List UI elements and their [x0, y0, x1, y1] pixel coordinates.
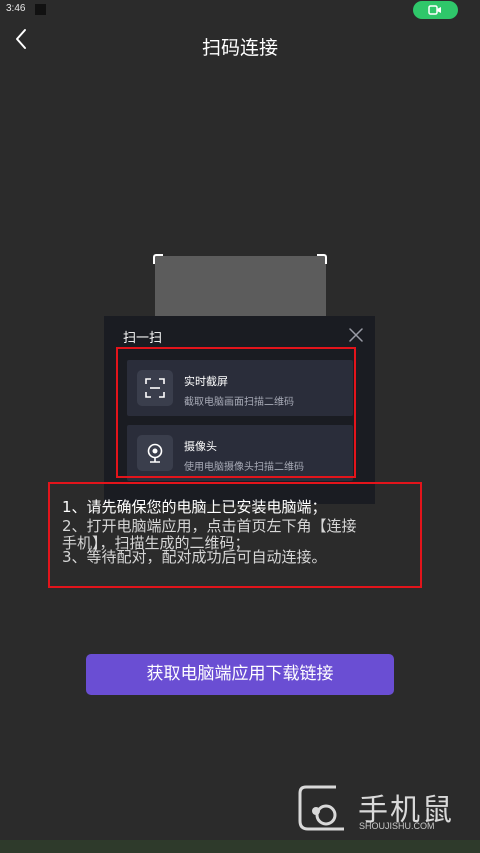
mouse-logo-icon: [298, 785, 344, 831]
scan-corner-top-right: [317, 254, 327, 264]
download-link-button[interactable]: 获取电脑端应用下载链接: [86, 654, 394, 695]
highlight-box-options: [116, 347, 356, 478]
watermark-site: SHOUJISHU.COM: [359, 821, 435, 831]
camera-indicator[interactable]: [413, 1, 458, 19]
bottom-strip: [0, 840, 480, 853]
close-button[interactable]: [349, 327, 363, 342]
instruction-line: 2、打开电脑端应用，点击首页左下角【连接: [62, 517, 357, 535]
qr-preview: [155, 256, 326, 320]
scan-corner-top-left: [153, 254, 163, 264]
status-bar: 3:46: [0, 0, 480, 20]
instruction-line: 3、等待配对，配对成功后可自动连接。: [62, 548, 327, 566]
close-icon: [349, 328, 363, 342]
page-title: 扫码连接: [201, 37, 278, 59]
instructions: 1、请先确保您的电脑上已安装电脑端； 2、打开电脑端应用，点击首页左下角【连接 …: [62, 498, 418, 566]
notification-icon: [35, 4, 46, 15]
video-camera-icon: [428, 5, 441, 15]
watermark: 手机鼠 SHOUJISHU.COM: [296, 785, 466, 835]
status-time: 3:46: [6, 3, 26, 14]
instruction-line: 1、请先确保您的电脑上已安装电脑端；: [62, 498, 327, 516]
dialog-title: 扫一扫: [123, 331, 163, 346]
